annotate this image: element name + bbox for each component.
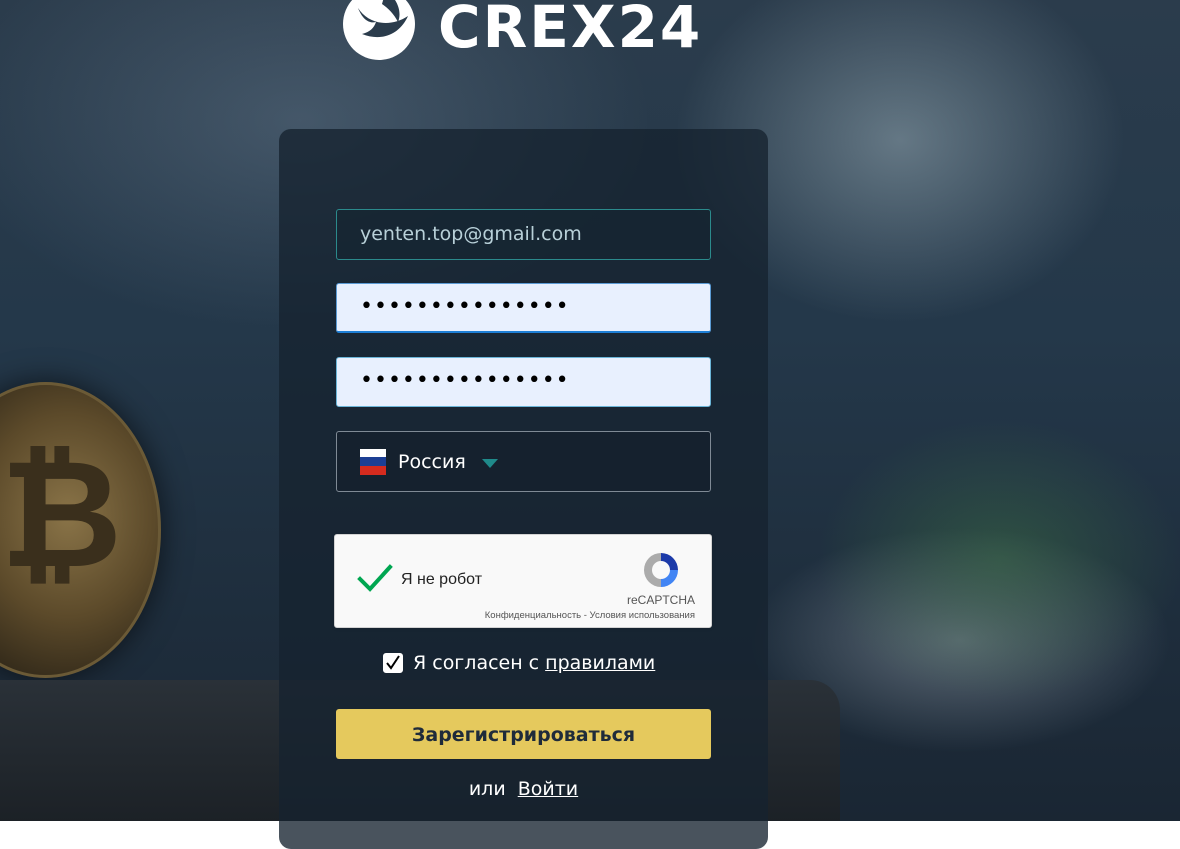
brand-name: CREX24	[438, 0, 703, 61]
country-select[interactable]: Россия	[336, 431, 711, 492]
email-field[interactable]: yenten.top@gmail.com	[336, 209, 711, 260]
register-button[interactable]: Зарегистрироваться	[336, 709, 711, 759]
recaptcha-brand: reCAPTCHA	[626, 593, 695, 607]
chevron-down-icon	[481, 459, 498, 468]
password-confirm-field[interactable]: •••••••••••••••	[336, 357, 711, 407]
or-text: или	[468, 778, 506, 800]
agree-terms[interactable]: Я согласен с правилами	[383, 652, 655, 674]
recaptcha-logo-icon	[640, 549, 682, 591]
agree-text: Я согласен с	[413, 652, 540, 674]
phoenix-logo-icon	[338, 0, 420, 60]
brand-logo[interactable]: CREX24	[338, 0, 702, 60]
recaptcha-widget: Я не робот reCAPTCHA Конфиденциальность …	[334, 534, 712, 628]
recaptcha-links[interactable]: Конфиденциальность - Условия использован…	[485, 610, 695, 621]
russia-flag-icon	[360, 448, 386, 475]
agree-checkbox[interactable]	[383, 653, 403, 673]
captcha-label: Я не робот	[401, 571, 483, 588]
password-field[interactable]: •••••••••••••••	[336, 283, 711, 333]
captcha-checkmark-icon[interactable]	[357, 559, 393, 595]
login-link[interactable]: Войти	[518, 778, 578, 800]
bitcoin-symbol: ₿	[0, 428, 123, 602]
country-name: Россия	[398, 450, 466, 473]
login-row: или Войти	[336, 778, 711, 800]
rules-link[interactable]: правилами	[545, 652, 655, 674]
